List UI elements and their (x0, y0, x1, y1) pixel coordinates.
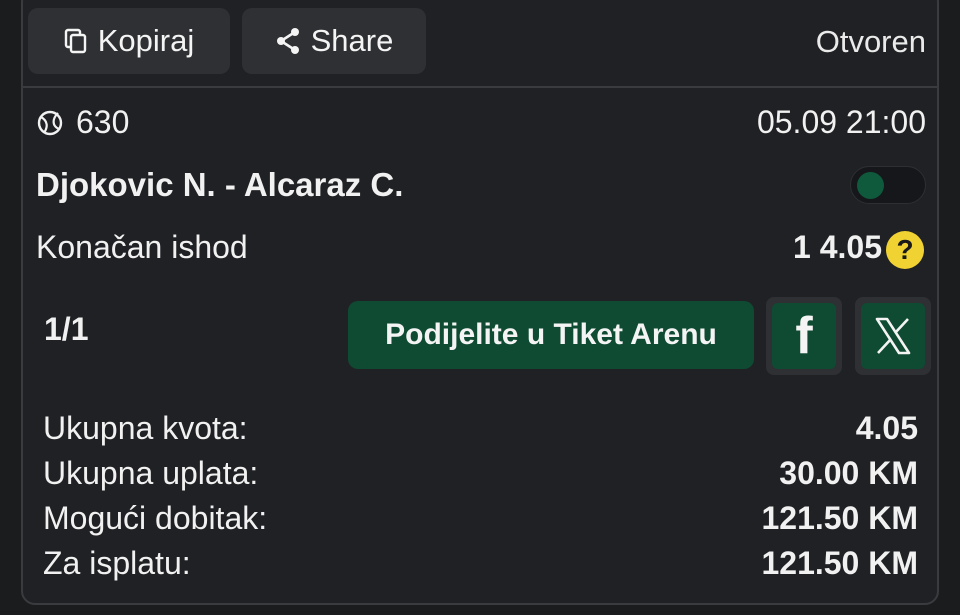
total-odds-label: Ukupna kvota: (43, 410, 248, 446)
header-divider (23, 86, 937, 88)
event-code: 630 (36, 104, 129, 141)
share-button[interactable]: Share (242, 8, 426, 74)
payout-label: Za isplatu: (43, 545, 191, 581)
page-counter: 1/1 (44, 311, 89, 347)
tennis-ball-icon (37, 110, 63, 135)
copy-button[interactable]: Kopiraj (28, 8, 230, 74)
event-datetime: 05.09 21:00 (756, 104, 926, 140)
x-icon (875, 317, 911, 355)
help-icon[interactable]: ? (886, 231, 924, 269)
total-odds-value: 4.05 (855, 410, 918, 446)
match-name: Djokovic N. - Alcaraz C. (36, 166, 404, 203)
market-name: Konačan ishod (36, 229, 248, 265)
possible-win-label: Mogući dobitak: (43, 500, 268, 536)
selection-odds: 1 4.05 (793, 229, 882, 265)
share-icon (276, 28, 299, 54)
toggle-knob (857, 172, 884, 199)
payout-value: 121.50 KM (761, 545, 918, 581)
possible-win-value: 121.50 KM (761, 500, 918, 536)
facebook-icon: f (795, 307, 813, 365)
facebook-share-button[interactable]: f (766, 297, 842, 375)
event-code-value: 630 (76, 104, 130, 140)
event-toggle[interactable] (850, 166, 926, 204)
total-stake-value: 30.00 KM (779, 455, 918, 491)
share-arena-button[interactable]: Podijelite u Tiket Arenu (348, 301, 754, 369)
x-share-button[interactable] (855, 297, 931, 375)
total-stake-label: Ukupna uplata: (43, 455, 259, 491)
copy-icon (64, 28, 86, 54)
share-arena-label: Podijelite u Tiket Arenu (385, 318, 717, 351)
share-label: Share (310, 23, 394, 58)
ticket-status: Otvoren (815, 24, 926, 59)
copy-label: Kopiraj (97, 23, 195, 58)
